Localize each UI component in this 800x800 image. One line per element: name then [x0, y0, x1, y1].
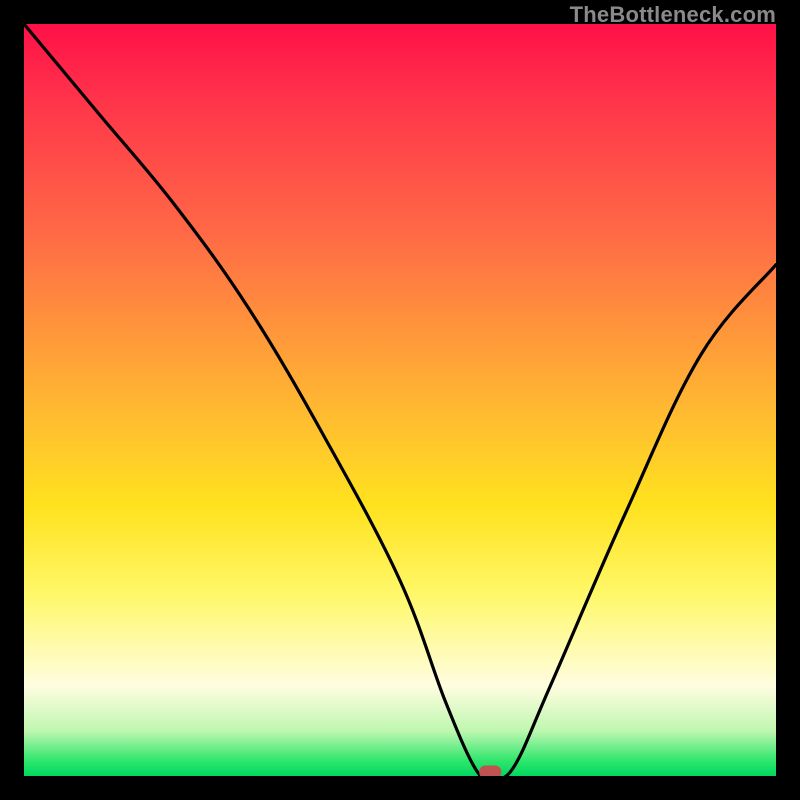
bottleneck-curve — [24, 24, 776, 776]
chart-frame: TheBottleneck.com — [0, 0, 800, 800]
plot-area — [24, 24, 776, 776]
minimum-marker — [479, 766, 501, 777]
curve-svg — [24, 24, 776, 776]
